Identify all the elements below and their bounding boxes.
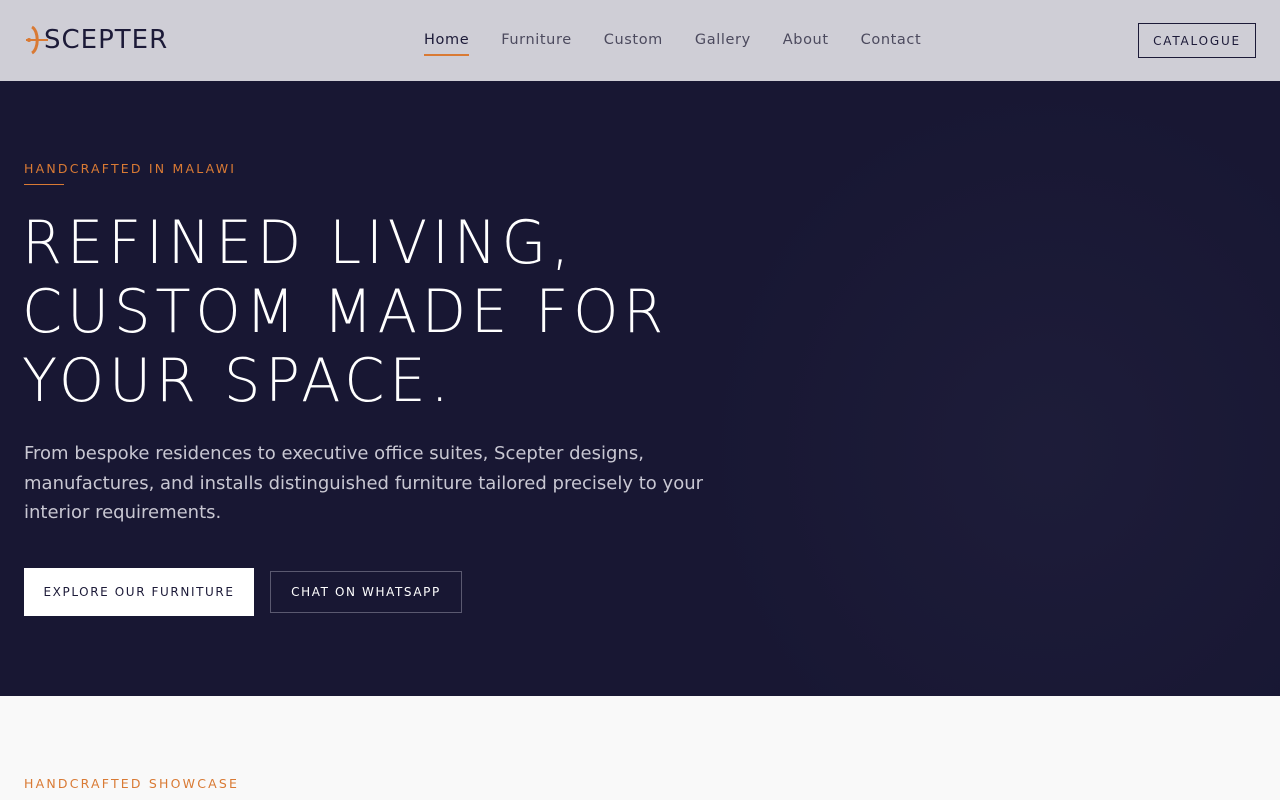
hero-headline: REFINED LIVING, CUSTOM MADE FOR YOUR SPA… [22, 209, 694, 416]
hero-background-glow [700, 81, 1280, 696]
brand-logo[interactable]: SCEPTER [26, 24, 186, 56]
nav-link-gallery[interactable]: Gallery [695, 30, 751, 50]
eyebrow-underline [24, 184, 64, 185]
showcase-section: HANDCRAFTED SHOWCASE [0, 696, 1280, 800]
headline-line-2: CUSTOM MADE FOR [22, 277, 669, 347]
headline-line-1: REFINED LIVING, [22, 208, 575, 278]
hero-eyebrow: HANDCRAFTED IN MALAWI [24, 161, 237, 176]
nav-link-home[interactable]: Home [424, 30, 470, 56]
catalogue-button[interactable]: CATALOGUE [1138, 23, 1256, 58]
whatsapp-chat-button[interactable]: CHAT ON WHATSAPP [270, 571, 462, 613]
showcase-eyebrow: HANDCRAFTED SHOWCASE [24, 776, 240, 791]
hero-section: HANDCRAFTED IN MALAWI REFINED LIVING, CU… [0, 81, 1280, 696]
nav-link-contact[interactable]: Contact [861, 30, 922, 50]
top-navigation: SCEPTER Home Furniture Custom Gallery Ab… [0, 0, 1280, 81]
hero-subtitle: From bespoke residences to executive off… [24, 443, 704, 523]
explore-furniture-button[interactable]: EXPLORE OUR FURNITURE [24, 568, 254, 616]
logo-wordmark: SCEPTER [44, 25, 169, 55]
headline-line-3: YOUR SPACE. [22, 346, 454, 416]
nav-link-about[interactable]: About [783, 30, 829, 50]
nav-link-furniture[interactable]: Furniture [501, 30, 572, 50]
nav-link-custom[interactable]: Custom [604, 30, 663, 50]
nav-links: Home Furniture Custom Gallery About Cont… [424, 30, 953, 56]
